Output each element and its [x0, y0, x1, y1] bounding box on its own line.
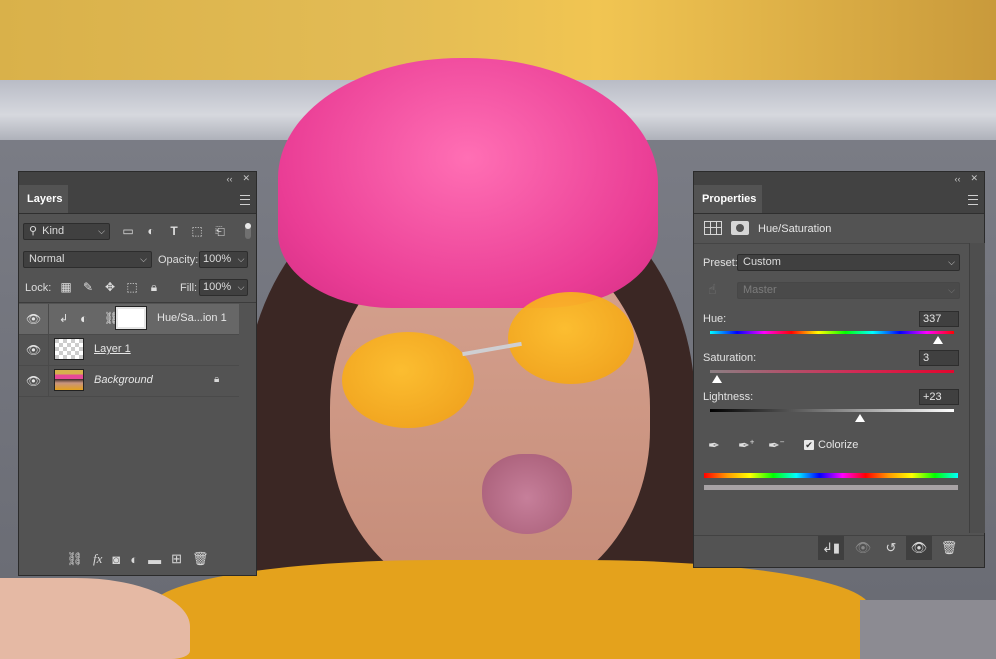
filter-kind-select[interactable]: ⚲ Kind ⌵ [23, 223, 110, 240]
close-icon[interactable]: ✕ [242, 173, 250, 184]
layers-footer: ⛓︎ fx ◙ ◐ ▬ ⊞ 🗑︎ [19, 549, 256, 569]
layer-name[interactable]: Hue/Sa...ion 1 [157, 312, 227, 324]
shape-filter-icon[interactable]: ⬚ [188, 222, 206, 240]
adjustment-grid-icon[interactable] [704, 221, 722, 235]
panel-menu-icon[interactable] [968, 195, 978, 205]
saturation-input[interactable]: 3 [919, 350, 959, 366]
lock-all-icon[interactable]: 🔒︎ [145, 278, 163, 296]
chevron-down-icon: ⌵ [140, 254, 147, 264]
layer-thumbnail[interactable] [54, 338, 84, 360]
lightness-label: Lightness: [703, 391, 754, 403]
adjustment-filter-icon[interactable]: ◐ [142, 222, 160, 240]
colorize-checkbox[interactable]: ✔ [804, 440, 814, 450]
hue-label: Hue: [703, 313, 727, 325]
colorize-label[interactable]: Colorize [818, 439, 858, 451]
add-mask-icon[interactable]: ◙ [112, 552, 120, 567]
eyedropper-icon[interactable]: ✒︎ [708, 437, 720, 454]
fill-dropdown[interactable]: ⌵ [235, 280, 247, 295]
search-icon: ⚲ [29, 225, 38, 237]
tab-layers[interactable]: Layers [19, 185, 69, 213]
type-filter-icon[interactable]: T [165, 222, 183, 240]
blend-mode-select[interactable]: Normal ⌵ [23, 251, 152, 268]
eye-icon[interactable]: 👁︎ [26, 375, 41, 387]
fx-icon[interactable]: fx [93, 551, 102, 567]
trash-icon[interactable]: 🗑︎ [192, 551, 209, 567]
toggle-visibility-icon[interactable]: 👁︎ [906, 536, 932, 560]
opacity-label: Opacity: [158, 254, 199, 266]
tab-properties[interactable]: Properties [694, 185, 763, 213]
smart-object-filter-icon[interactable]: ⎗ [211, 222, 229, 240]
panel-menu-icon[interactable] [240, 195, 250, 205]
saturation-label: Saturation: [703, 352, 757, 364]
filter-toggle[interactable] [245, 223, 251, 239]
layer-row-layer-1[interactable]: 👁︎ Layer 1 [19, 335, 239, 366]
eyedropper-minus-icon[interactable]: ✒︎− [768, 437, 784, 454]
layer-row-hue-saturation[interactable]: 👁︎ ↲ ◐ ⛓︎ Hue/Sa...ion 1 [19, 304, 239, 335]
channel-select[interactable]: Master ⌵ [737, 282, 960, 299]
saturation-slider-track[interactable] [710, 370, 954, 373]
hue-input[interactable]: 337 [919, 311, 959, 327]
saturation-slider-thumb[interactable] [712, 375, 723, 383]
reset-icon[interactable]: ↺ [878, 536, 904, 560]
layer-thumbnail[interactable] [54, 369, 84, 391]
layer-row-background[interactable]: 👁︎ Background 🔒︎ [19, 366, 239, 397]
layer-mask-thumbnail[interactable] [115, 306, 147, 330]
properties-footer: ↲▮ 👁︎ ↺ 👁︎ 🗑︎ [694, 535, 984, 562]
fill-label: Fill: [180, 282, 198, 294]
output-hue-bar [704, 485, 958, 490]
preset-select[interactable]: Custom ⌵ [737, 254, 960, 271]
collapse-icon[interactable]: ‹‹ [954, 174, 960, 184]
properties-panel: ‹‹ ✕ Properties Hue/Saturation Preset: C… [693, 171, 985, 568]
new-adjustment-icon[interactable]: ◐ [130, 552, 138, 567]
preset-label: Preset: [703, 257, 738, 269]
collapse-icon[interactable]: ‹‹ [226, 174, 232, 184]
targeted-adjustment-icon[interactable]: ☝︎ [708, 281, 717, 298]
new-layer-icon[interactable]: ⊞ [171, 551, 182, 567]
opacity-dropdown[interactable]: ⌵ [235, 252, 247, 267]
chevron-down-icon: ⌵ [948, 285, 955, 295]
mask-icon[interactable] [731, 221, 749, 235]
adjustment-layer-icon: ◐ [80, 311, 88, 326]
link-layers-icon[interactable]: ⛓︎ [66, 551, 83, 567]
lock-label: Lock: [25, 282, 52, 294]
delete-adjustment-icon[interactable]: 🗑︎ [936, 536, 962, 560]
lightness-slider-track[interactable] [710, 409, 954, 412]
adjustment-title: Hue/Saturation [758, 223, 832, 235]
lightness-slider-thumb[interactable] [855, 414, 866, 422]
lock-position-icon[interactable]: ✥ [101, 278, 119, 296]
eye-icon[interactable]: 👁︎ [26, 344, 41, 356]
lock-transparent-icon[interactable]: ▦ [57, 278, 75, 296]
layers-panel: ‹‹ ✕ Layers ⚲ Kind ⌵ ▭ ◐ T ⬚ ⎗ Normal ⌵ … [18, 171, 257, 576]
input-hue-bar [704, 473, 958, 478]
clip-to-layer-icon[interactable]: ↲▮ [818, 536, 844, 560]
lightness-input[interactable]: +23 [919, 389, 959, 405]
eyedropper-plus-icon[interactable]: ✒︎+ [738, 437, 754, 454]
new-group-icon[interactable]: ▬ [148, 552, 161, 567]
close-icon[interactable]: ✕ [970, 173, 978, 184]
lock-artboard-icon[interactable]: ⬚ [123, 278, 141, 296]
layer-name[interactable]: Background [94, 374, 153, 386]
hue-slider-track[interactable] [710, 331, 954, 334]
lock-image-icon[interactable]: ✎ [79, 278, 97, 296]
lock-icon: 🔒︎ [214, 374, 220, 385]
pixel-filter-icon[interactable]: ▭ [119, 222, 137, 240]
layer-name[interactable]: Layer 1 [94, 343, 131, 355]
chevron-down-icon: ⌵ [948, 257, 955, 267]
chevron-down-icon: ⌵ [98, 226, 105, 236]
panel-scrollbar[interactable] [969, 243, 985, 533]
eye-icon[interactable]: 👁︎ [26, 313, 41, 325]
view-previous-icon[interactable]: 👁︎ [850, 536, 876, 560]
clipping-arrow-icon: ↲ [59, 313, 69, 325]
hue-slider-thumb[interactable] [933, 336, 944, 344]
